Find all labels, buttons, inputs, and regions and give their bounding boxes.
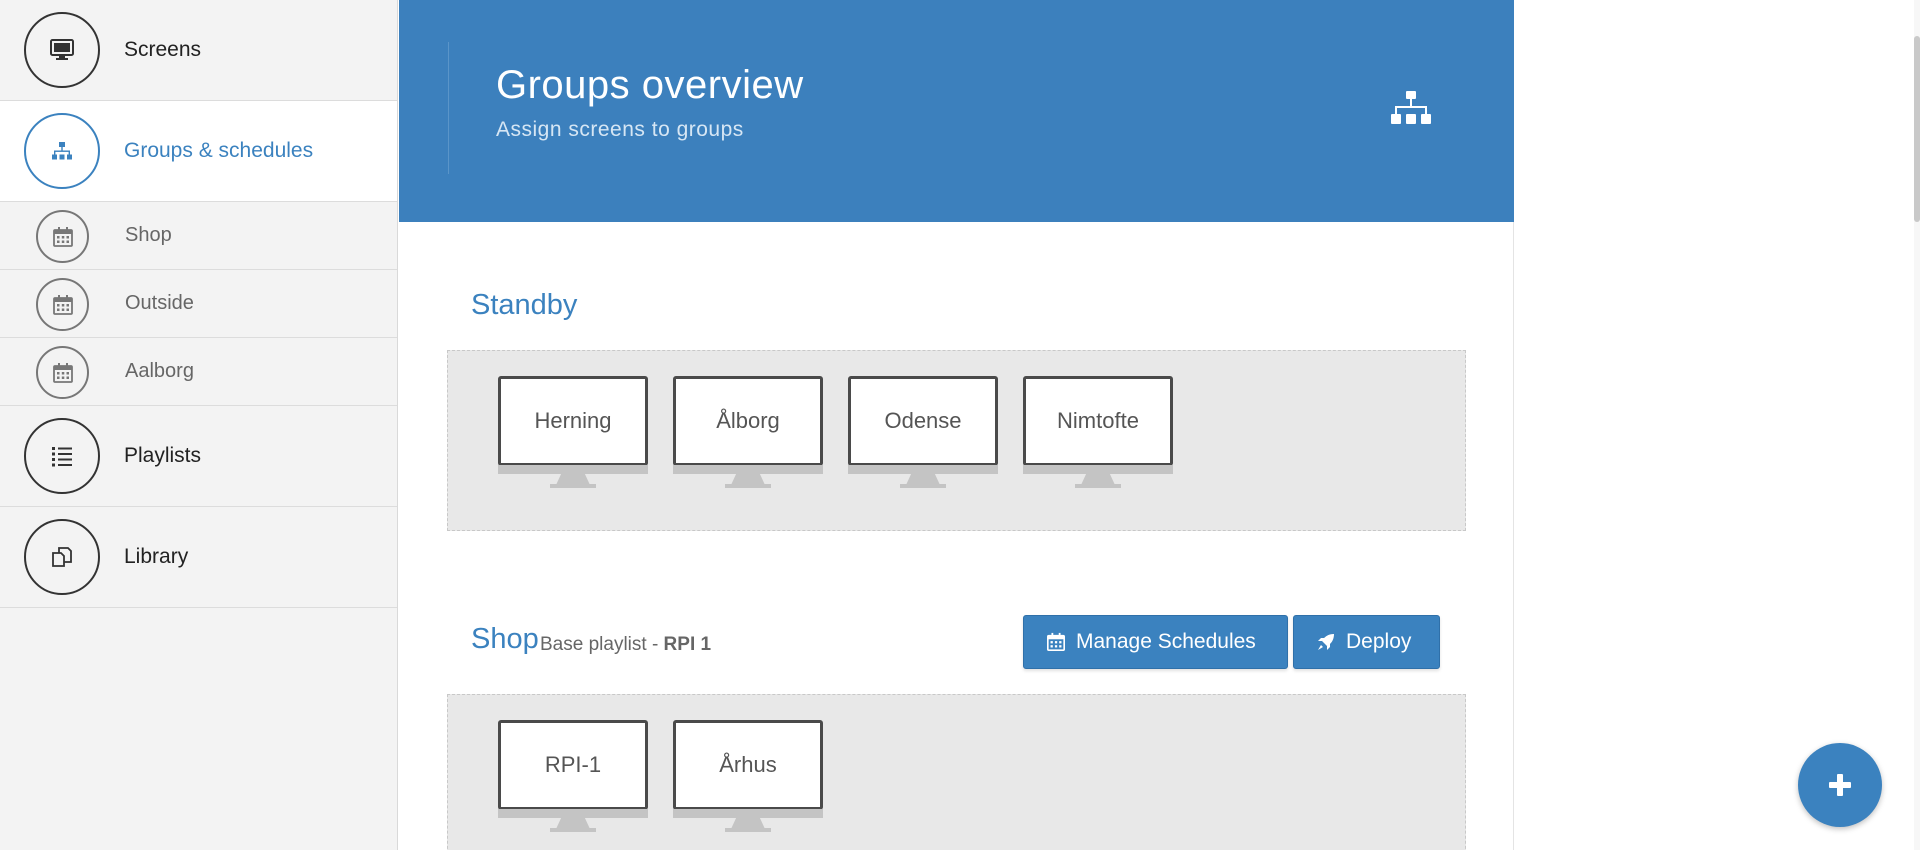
calendar-icon <box>36 278 89 331</box>
screen-name: Herning <box>498 376 648 466</box>
sidebar-sub-item-shop[interactable]: Shop <box>0 202 397 270</box>
group-dropzone-standby[interactable]: Herning Ålborg Odense Nimtofte <box>447 350 1466 531</box>
sidebar-sub-item-outside[interactable]: Outside <box>0 270 397 338</box>
group-meta-shop: Base playlist - RPI 1 <box>540 634 711 656</box>
screen-name: Nimtofte <box>1023 376 1173 466</box>
sitemap-icon <box>1391 90 1431 126</box>
screen-tile[interactable]: Nimtofte <box>1023 376 1173 494</box>
nav-item-playlists[interactable]: Playlists <box>0 406 397 507</box>
main-content: Groups overview Assign screens to groups… <box>399 0 1514 850</box>
deploy-label: Deploy <box>1346 630 1412 653</box>
scrollbar[interactable] <box>1914 0 1920 850</box>
nav-label-library: Library <box>124 545 189 568</box>
header-divider <box>448 42 449 174</box>
calendar-icon <box>1047 632 1065 651</box>
nav-item-groups-schedules[interactable]: Groups & schedules <box>0 101 397 202</box>
page-subtitle: Assign screens to groups <box>496 118 744 141</box>
screen-name: Århus <box>673 720 823 810</box>
monitor-icon <box>24 12 100 88</box>
page-header: Groups overview Assign screens to groups <box>399 0 1514 222</box>
right-panel <box>1515 0 1920 850</box>
scrollbar-thumb[interactable] <box>1914 36 1920 222</box>
screen-tile[interactable]: Odense <box>848 376 998 494</box>
add-button[interactable] <box>1798 743 1882 827</box>
nav-item-screens[interactable]: Screens <box>0 0 397 101</box>
deploy-button[interactable]: Deploy <box>1293 615 1440 669</box>
sidebar-sub-label-shop: Shop <box>125 224 172 246</box>
screen-tile[interactable]: Ålborg <box>673 376 823 494</box>
calendar-icon <box>36 210 89 263</box>
copy-icon <box>24 519 100 595</box>
group-dropzone-shop[interactable]: RPI-1 Århus <box>447 694 1466 850</box>
manage-schedules-label: Manage Schedules <box>1076 630 1256 653</box>
screen-name: RPI-1 <box>498 720 648 810</box>
nav-label-playlists: Playlists <box>124 444 202 467</box>
screen-tile[interactable]: Herning <box>498 376 648 494</box>
screen-tile[interactable]: Århus <box>673 720 823 838</box>
list-icon <box>24 418 100 494</box>
sidebar: Screens Groups & schedules Shop Outside … <box>0 0 398 850</box>
sidebar-sub-label-outside: Outside <box>125 292 194 314</box>
nav-label-screens: Screens <box>124 38 202 61</box>
nav-label-groups-schedules: Groups & schedules <box>124 139 314 162</box>
screen-name: Ålborg <box>673 376 823 466</box>
sitemap-icon <box>24 113 100 189</box>
plus-icon <box>1829 774 1851 796</box>
base-playlist-value: RPI 1 <box>663 634 712 655</box>
rocket-icon <box>1318 634 1334 650</box>
sidebar-sub-item-aalborg[interactable]: Aalborg <box>0 338 397 406</box>
nav-item-library[interactable]: Library <box>0 507 397 608</box>
group-title-standby: Standby <box>471 289 578 321</box>
screen-tile[interactable]: RPI-1 <box>498 720 648 838</box>
sidebar-sub-label-aalborg: Aalborg <box>125 360 194 382</box>
page-title: Groups overview <box>496 63 804 107</box>
base-playlist-label: Base playlist - <box>540 634 664 655</box>
manage-schedules-button[interactable]: Manage Schedules <box>1023 615 1288 669</box>
group-title-shop: Shop <box>471 623 539 655</box>
calendar-icon <box>36 346 89 399</box>
screen-name: Odense <box>848 376 998 466</box>
